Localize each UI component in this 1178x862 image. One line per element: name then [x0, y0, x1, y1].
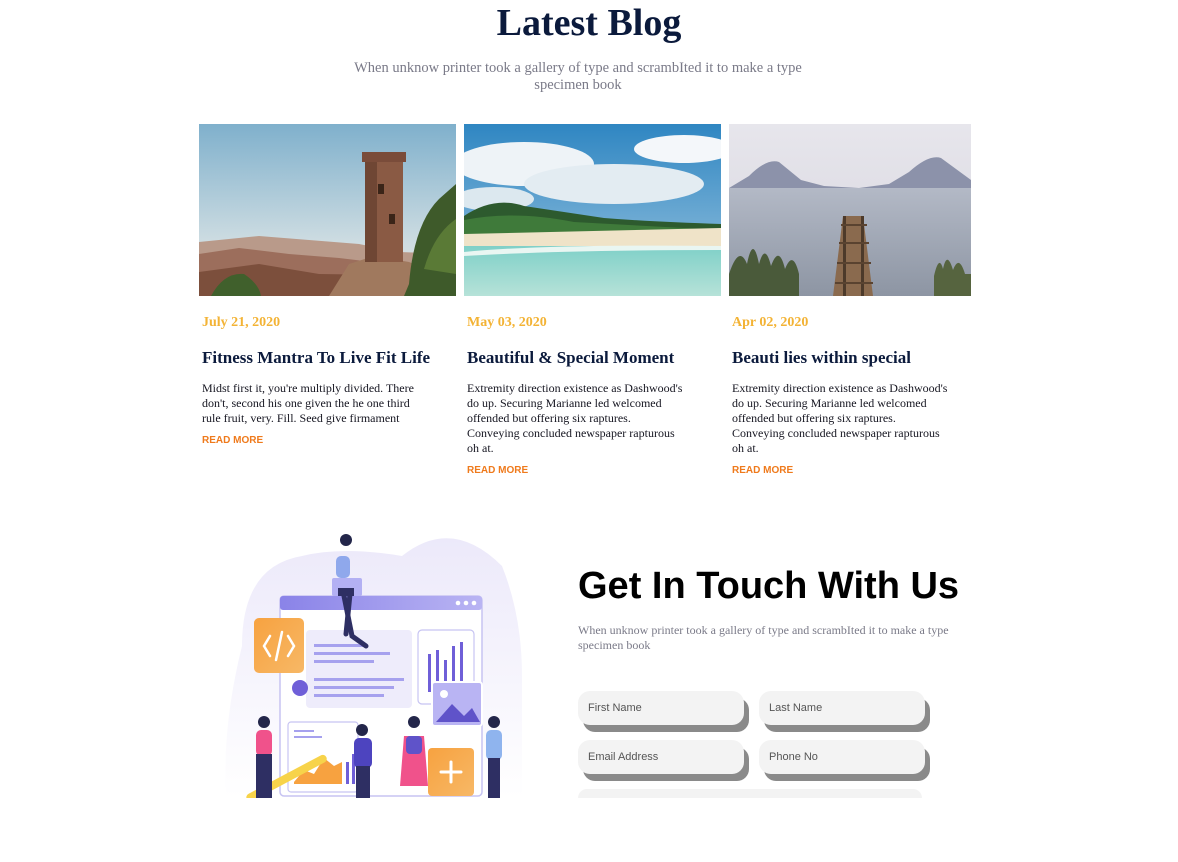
contact-section-subtitle: When unknow printer took a gallery of ty…: [578, 623, 949, 652]
blog-card-date: Apr 02, 2020: [732, 315, 809, 330]
contact-section-title: Get In Touch With Us: [578, 565, 960, 607]
email-input[interactable]: [578, 740, 744, 774]
blog-card-date: July 21, 2020: [202, 315, 281, 330]
blog-card-image-beach[interactable]: [464, 124, 721, 296]
blog-card-title[interactable]: Beautiful & Special Moment: [467, 347, 721, 369]
last-name-input[interactable]: [759, 691, 925, 725]
last-name-field-wrap: [759, 691, 930, 732]
page-bottom-blank: [0, 798, 1178, 862]
blog-card-title[interactable]: Fitness Mantra To Live Fit Life: [202, 347, 456, 369]
blog-card-image-lake[interactable]: [729, 124, 971, 296]
read-more-link[interactable]: READ MORE: [467, 465, 721, 477]
phone-input[interactable]: [759, 740, 925, 774]
blog-card-image-tower[interactable]: [199, 124, 456, 296]
blog-card: Apr 02, 2020 Beauti lies within special …: [729, 124, 971, 477]
phone-field-wrap: [759, 740, 930, 781]
blog-card-excerpt: Extremity direction existence as Dashwoo…: [732, 381, 948, 455]
blog-card-date: May 03, 2020: [467, 315, 547, 330]
contact-illustration: [222, 526, 526, 798]
first-name-field-wrap: [578, 691, 749, 732]
first-name-input[interactable]: [578, 691, 744, 725]
blog-card: July 21, 2020 Fitness Mantra To Live Fit…: [199, 124, 456, 447]
read-more-link[interactable]: READ MORE: [202, 435, 456, 447]
blog-section-subtitle: When unknow printer took a gallery of ty…: [354, 60, 802, 93]
message-textarea[interactable]: [578, 789, 922, 798]
blog-card-title[interactable]: Beauti lies within special: [732, 347, 971, 369]
read-more-link[interactable]: READ MORE: [732, 465, 971, 477]
blog-card: May 03, 2020 Beautiful & Special Moment …: [464, 124, 721, 477]
blog-card-excerpt: Extremity direction existence as Dashwoo…: [467, 381, 683, 455]
blog-section-title: Latest Blog: [496, 2, 682, 44]
email-field-wrap: [578, 740, 749, 781]
blog-card-excerpt: Midst first it, you're multiply divided.…: [202, 381, 414, 425]
